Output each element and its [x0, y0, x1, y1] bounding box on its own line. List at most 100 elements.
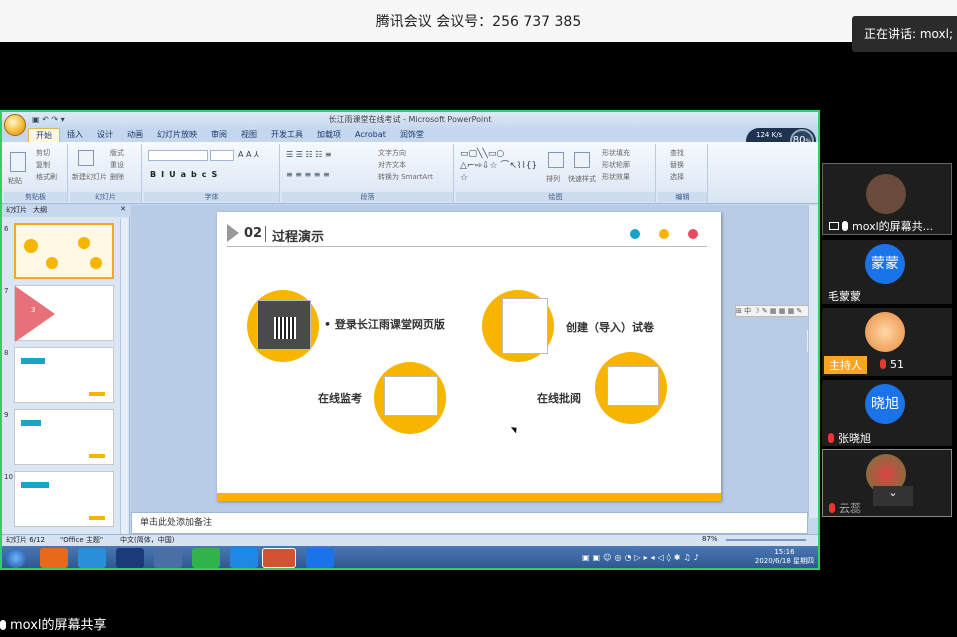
- app-taskbar-icon[interactable]: [230, 548, 258, 568]
- slide-thumb-9[interactable]: [14, 409, 114, 465]
- participant-tile[interactable]: moxl的屏幕共...: [822, 163, 952, 235]
- login-screenshot: [257, 300, 311, 350]
- format-painter-button[interactable]: 格式刷: [36, 172, 57, 182]
- thumb-number: 8: [4, 349, 9, 357]
- current-slide[interactable]: 02 过程演示 • 登录长江雨课堂网页版 创建（导入）试卷 在线监考 在线批阅: [217, 212, 721, 501]
- quick-access-toolbar[interactable]: ▣ ↶ ↷ ▾: [32, 115, 65, 124]
- office-button[interactable]: [4, 114, 26, 136]
- floating-toolbar[interactable]: ⊞ 中 ☽ ✎ ▦ ▦ ▦ ✎: [735, 305, 818, 317]
- font-style-buttons[interactable]: BIUabcS: [150, 170, 222, 179]
- font-size-buttons[interactable]: A A ⅄: [238, 150, 259, 159]
- app-taskbar-icon[interactable]: [78, 548, 106, 568]
- net-speed-value: 124: [756, 131, 770, 139]
- zoom-slider[interactable]: [726, 539, 806, 541]
- arrange-icon[interactable]: [548, 152, 564, 168]
- quick-styles-icon[interactable]: [574, 152, 590, 168]
- thumb-shape: [89, 392, 105, 396]
- meeting-taskbar-icon[interactable]: [306, 548, 334, 568]
- slide-thumb-10[interactable]: [14, 471, 114, 527]
- participant-name: 张晓旭: [828, 430, 871, 446]
- tab-addins[interactable]: 加载项: [310, 128, 348, 142]
- participant-tile[interactable]: 主持人 51: [822, 308, 952, 376]
- zoom-level[interactable]: 87%: [702, 535, 718, 543]
- taskbar-clock[interactable]: 15:16 2020/6/18 星期四: [755, 548, 814, 566]
- notes-pane[interactable]: 单击此处添加备注: [131, 512, 808, 534]
- font-size-select[interactable]: [210, 150, 234, 161]
- group-clipboard: 粘贴 剪切 复制 格式刷 剪贴板: [4, 144, 68, 202]
- participant-extra: 51: [890, 358, 904, 371]
- shape-outline-button[interactable]: 形状轮廓: [602, 160, 630, 170]
- tab-outline[interactable]: 大纲: [33, 205, 47, 217]
- tab-review[interactable]: 审阅: [204, 128, 234, 142]
- tab-design[interactable]: 设计: [90, 128, 120, 142]
- close-pane-icon[interactable]: ✕: [120, 205, 126, 217]
- paste-button[interactable]: 粘贴: [8, 176, 22, 186]
- mic-muted-icon: [880, 359, 886, 369]
- monitor-circle: [374, 362, 446, 434]
- shape-effects-button[interactable]: 形状效果: [602, 172, 630, 182]
- text-direction-button[interactable]: 文字方向: [378, 148, 406, 158]
- dot-yellow: [659, 229, 669, 239]
- tab-view[interactable]: 视图: [234, 128, 264, 142]
- slide-thumb-6[interactable]: [14, 223, 114, 279]
- step-monitor: 在线监考: [318, 392, 362, 405]
- reset-button[interactable]: 重设: [110, 160, 124, 170]
- paste-icon[interactable]: [10, 152, 26, 172]
- shape-fill-button[interactable]: 形状填充: [602, 148, 630, 158]
- slide-thumb-8[interactable]: [14, 347, 114, 403]
- slide-thumb-7[interactable]: 3: [14, 285, 114, 342]
- section-title: 过程演示: [272, 230, 325, 245]
- app-taskbar-icon[interactable]: [116, 548, 144, 568]
- media-taskbar-icon[interactable]: [192, 548, 220, 568]
- participant-tile[interactable]: 云蕊 ⌄: [822, 449, 952, 517]
- group-paragraph-label: 段落: [282, 192, 453, 202]
- tab-home[interactable]: 开始: [28, 128, 60, 142]
- layout-button[interactable]: 版式: [110, 148, 124, 158]
- status-language: 中文(简体，中国): [120, 536, 175, 544]
- align-buttons[interactable]: ≡ ≡ ≡ ≡ ≡: [286, 170, 330, 179]
- tab-slideshow[interactable]: 幻灯片放映: [150, 128, 204, 142]
- new-slide-button[interactable]: 新建幻灯片: [72, 172, 107, 182]
- list-buttons[interactable]: ☰ ☰ ☷ ☷ ≡: [286, 150, 332, 159]
- group-drawing-label: 绘图: [456, 192, 655, 202]
- slide-scrollbar[interactable]: [808, 205, 818, 518]
- find-button[interactable]: 查找: [670, 148, 684, 158]
- delete-button[interactable]: 删除: [110, 172, 124, 182]
- app-taskbar-icon[interactable]: [154, 548, 182, 568]
- firefox-taskbar-icon[interactable]: [40, 548, 68, 568]
- shared-screen: 长江雨课堂在线考试 - Microsoft PowerPoint ▣ ↶ ↷ ▾…: [0, 110, 820, 570]
- smartart-button[interactable]: 转换为 SmartArt: [378, 172, 433, 182]
- align-text-button[interactable]: 对齐文本: [378, 160, 406, 170]
- system-tray[interactable]: ▣▣☺◎◔▷▸◂◁◊✱♫♪: [582, 553, 702, 562]
- select-button[interactable]: 选择: [670, 172, 684, 182]
- mic-icon: [842, 221, 848, 231]
- tab-developer[interactable]: 开发工具: [264, 128, 310, 142]
- quick-styles-button[interactable]: 快速样式: [568, 174, 596, 184]
- tab-animation[interactable]: 动画: [120, 128, 150, 142]
- participant-tile[interactable]: 蒙蒙 毛蒙蒙: [822, 240, 952, 304]
- font-name-select[interactable]: [148, 150, 208, 161]
- start-button[interactable]: [6, 548, 26, 568]
- group-clipboard-label: 剪贴板: [4, 192, 67, 202]
- tab-slides[interactable]: 幻灯片: [6, 205, 27, 217]
- clock-time: 15:16: [774, 548, 795, 556]
- new-slide-icon[interactable]: [78, 150, 94, 166]
- cut-button[interactable]: 剪切: [36, 148, 50, 158]
- login-circle: [247, 290, 319, 362]
- tab-insert[interactable]: 插入: [60, 128, 90, 142]
- copy-button[interactable]: 复制: [36, 160, 50, 170]
- tab-runshi[interactable]: 润饰堂: [393, 128, 431, 142]
- group-drawing: ▭▢╲╲▭○ △⌐⇨⇩☆ ⌒↖⌇⌇{}☆ 排列 快速样式 形状填充 形状轮廓 形…: [456, 144, 656, 202]
- slide-editing-area: 02 过程演示 • 登录长江雨课堂网页版 创建（导入）试卷 在线监考 在线批阅 …: [131, 205, 818, 518]
- pane-scrollbar[interactable]: [120, 219, 128, 541]
- participant-name-text: moxl的屏幕共...: [852, 220, 934, 233]
- replace-button[interactable]: 替换: [670, 160, 684, 170]
- powerpoint-taskbar-icon[interactable]: [262, 548, 296, 568]
- tab-acrobat[interactable]: Acrobat: [348, 128, 393, 142]
- shapes-gallery[interactable]: ▭▢╲╲▭○ △⌐⇨⇩☆ ⌒↖⌇⌇{}☆: [460, 148, 540, 184]
- arrange-button[interactable]: 排列: [546, 174, 560, 184]
- chevron-down-icon[interactable]: ⌄: [873, 486, 913, 506]
- participant-tile[interactable]: 晓旭 张晓旭: [822, 380, 952, 446]
- thumb-shape: [24, 239, 38, 253]
- thumb-number: 10: [4, 473, 13, 481]
